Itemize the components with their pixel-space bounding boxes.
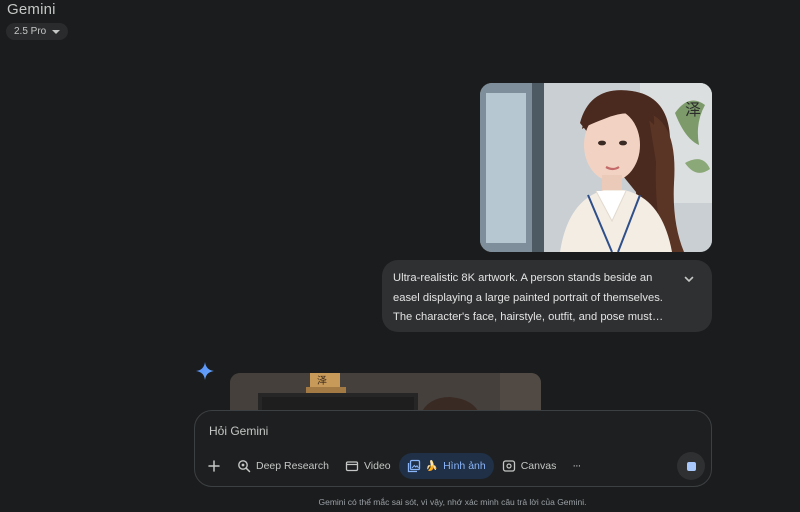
- stop-icon: [686, 461, 696, 471]
- model-selector[interactable]: 2.5 Pro: [6, 23, 69, 40]
- video-label: Video: [363, 460, 391, 472]
- model-label: 2.5 Pro: [14, 26, 47, 37]
- caret-down-icon: [52, 29, 61, 34]
- prompt-input[interactable]: [209, 424, 629, 438]
- chevron-down-icon[interactable]: [682, 272, 696, 286]
- image-gallery-icon: [407, 459, 420, 473]
- composer-toolbar: Deep Research Video 🍌 Hình ảnh Canvas ··…: [201, 453, 588, 479]
- video-button[interactable]: Video: [337, 453, 399, 479]
- deep-research-icon: [238, 460, 251, 473]
- more-icon: ···: [572, 460, 581, 472]
- gemini-spark-icon: [196, 362, 214, 380]
- disclaimer-text: Gemini có thể mắc sai sót, vì vậy, nhớ x…: [318, 497, 587, 507]
- deep-research-button[interactable]: Deep Research: [229, 453, 337, 479]
- stop-generation-button[interactable]: [677, 452, 705, 480]
- plus-icon: [208, 460, 220, 472]
- canvas-icon: [502, 460, 515, 472]
- canvas-label: Canvas: [520, 460, 557, 472]
- deep-research-label: Deep Research: [256, 460, 329, 472]
- image-label: Hình ảnh: [443, 460, 486, 472]
- user-message-bubble: Ultra-realistic 8K artwork. A person sta…: [382, 260, 712, 332]
- more-tools-button[interactable]: ···: [564, 453, 588, 479]
- banana-emoji: 🍌: [425, 460, 439, 472]
- canvas-button[interactable]: Canvas: [494, 453, 565, 479]
- app-title: Gemini: [7, 1, 56, 18]
- user-message-text: Ultra-realistic 8K artwork. A person sta…: [393, 272, 664, 323]
- add-button[interactable]: [201, 453, 229, 479]
- user-uploaded-image[interactable]: 泽: [480, 83, 712, 252]
- image-button[interactable]: 🍌 Hình ảnh: [398, 453, 494, 479]
- response-generated-image[interactable]: 泽: [230, 373, 541, 415]
- svg-text:泽: 泽: [685, 100, 701, 119]
- gemini-app: Gemini 2.5 Pro 泽 Ultra-realistic 8K artw…: [0, 0, 800, 512]
- prompt-composer: Deep Research Video 🍌 Hình ảnh: [194, 410, 712, 487]
- svg-text:泽: 泽: [317, 375, 327, 387]
- video-icon: [345, 461, 359, 472]
